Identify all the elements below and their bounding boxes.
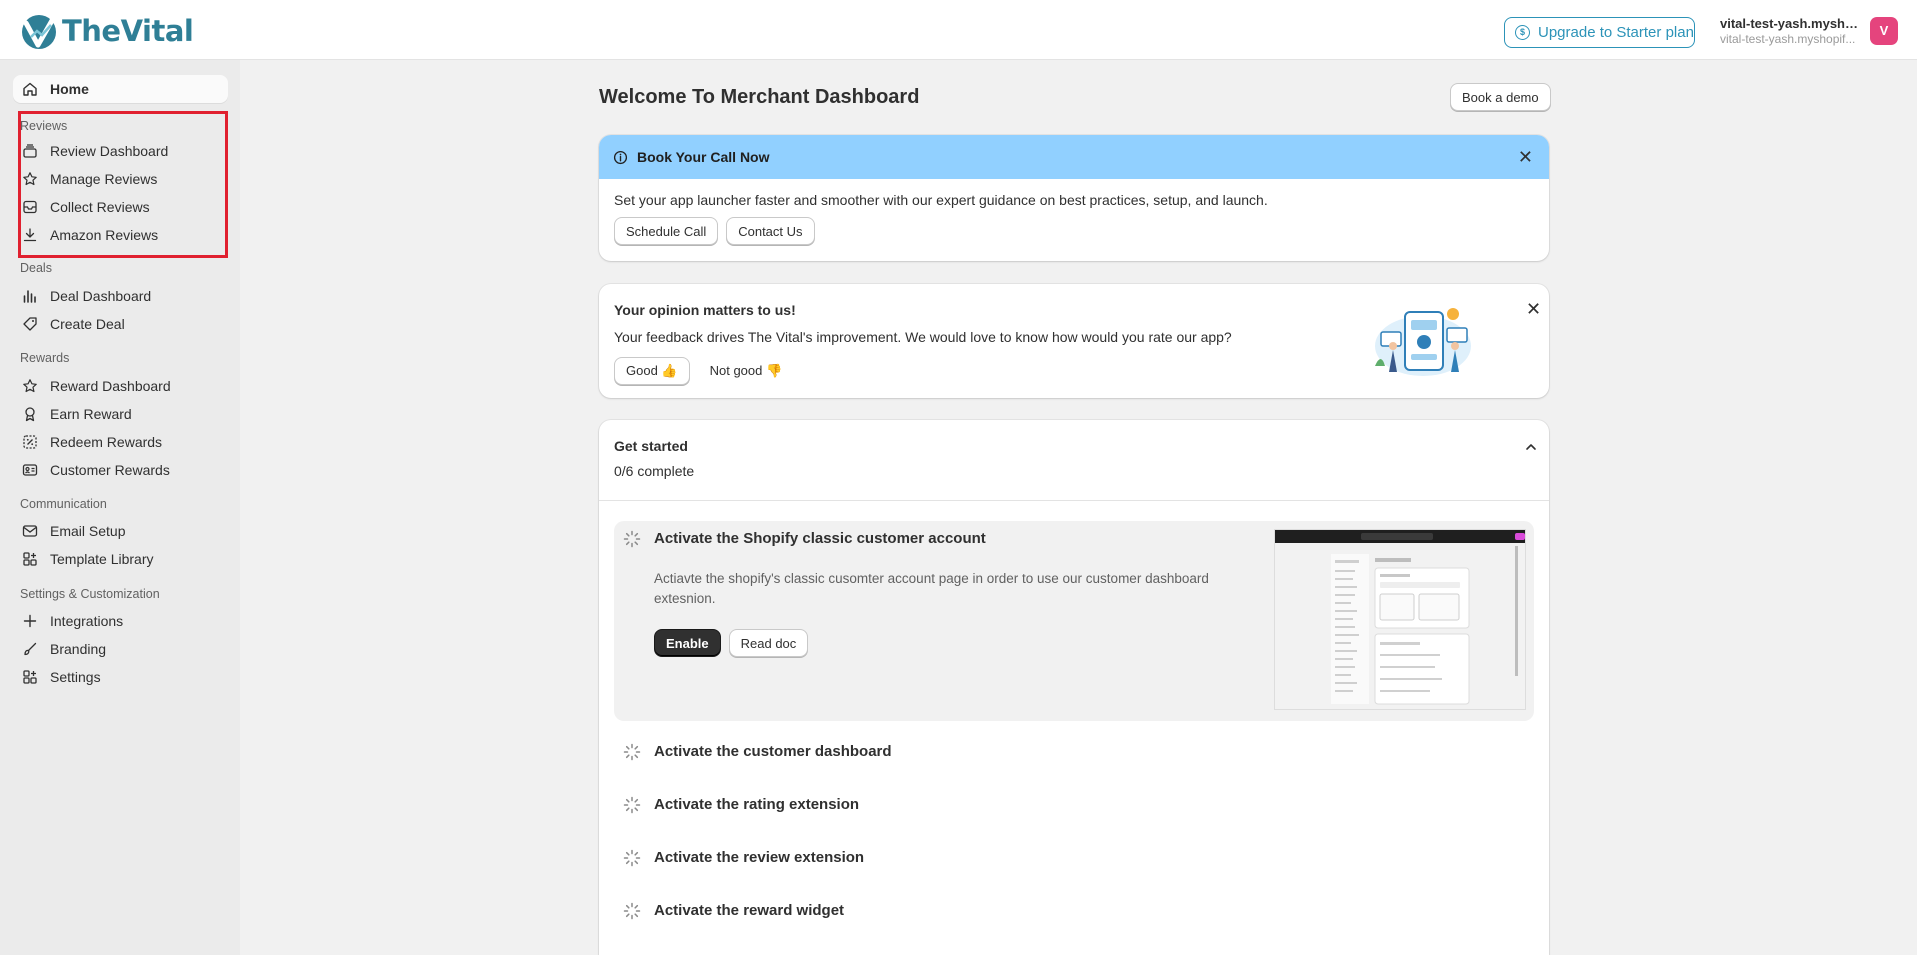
feedback-illustration bbox=[1375, 308, 1471, 376]
step-title[interactable]: Activate the customer dashboard bbox=[654, 743, 892, 760]
step-title[interactable]: Activate the review extension bbox=[654, 849, 864, 866]
tag-icon bbox=[23, 317, 37, 331]
sidebar-item-label: Email Setup bbox=[50, 523, 126, 539]
sidebar-item-label: Create Deal bbox=[50, 316, 125, 332]
sidebar-item-email-setup[interactable]: Email Setup bbox=[13, 517, 228, 545]
home-icon bbox=[23, 82, 37, 96]
store-info[interactable]: vital-test-yash.mysho... vital-test-yash… bbox=[1720, 16, 1862, 46]
sidebar-section-settings: Settings & Customization bbox=[20, 587, 160, 601]
read-doc-button[interactable]: Read doc bbox=[728, 629, 809, 657]
spinner-icon bbox=[623, 902, 641, 920]
sidebar-item-label: Home bbox=[50, 81, 89, 97]
close-icon[interactable]: ✕ bbox=[1518, 148, 1533, 166]
close-icon[interactable]: ✕ bbox=[1526, 300, 1541, 318]
discount-icon bbox=[23, 435, 37, 449]
sidebar-item-label: Redeem Rewards bbox=[50, 434, 163, 450]
spinner-icon bbox=[623, 530, 641, 548]
sidebar-item-label: Earn Reward bbox=[50, 406, 132, 422]
sidebar-item-home[interactable]: Home bbox=[13, 75, 228, 103]
get-started-title: Get started bbox=[614, 438, 688, 454]
preview-image bbox=[1275, 530, 1525, 709]
info-icon bbox=[613, 150, 628, 164]
sidebar-section-communication: Communication bbox=[20, 497, 107, 511]
sidebar-section-deals: Deals bbox=[20, 261, 52, 275]
store-domain: vital-test-yash.myshopif... bbox=[1720, 32, 1856, 46]
sidebar-item-settings[interactable]: Settings bbox=[13, 663, 228, 691]
avatar[interactable]: V bbox=[1870, 17, 1898, 45]
step-title[interactable]: Activate the rating extension bbox=[654, 796, 859, 813]
sidebar-item-label: Branding bbox=[50, 641, 107, 657]
sidebar-item-label: Integrations bbox=[50, 613, 124, 629]
sidebar-item-label: Reward Dashboard bbox=[50, 378, 171, 394]
feedback-text: Your feedback drives The Vital's improve… bbox=[614, 329, 1232, 345]
spinner-icon bbox=[623, 796, 641, 814]
sidebar-item-earn-reward[interactable]: Earn Reward bbox=[13, 400, 228, 428]
store-name: vital-test-yash.mysho... bbox=[1720, 16, 1862, 31]
ribbon-icon bbox=[25, 407, 35, 422]
sidebar-section-rewards: Rewards bbox=[20, 351, 70, 365]
brand-logo[interactable]: TheVital bbox=[18, 11, 194, 51]
brand-name: TheVital bbox=[62, 14, 194, 48]
schedule-call-button[interactable]: Schedule Call bbox=[614, 217, 719, 245]
sidebar-item-redeem-rewards[interactable]: Redeem Rewards bbox=[13, 428, 228, 456]
feedback-card: Your opinion matters to us! Your feedbac… bbox=[599, 284, 1549, 398]
paint-brush-icon bbox=[24, 642, 37, 656]
reviews-highlight-box bbox=[18, 111, 228, 258]
apps-icon bbox=[23, 552, 37, 566]
setup-step-active: Activate the Shopify classic customer ac… bbox=[614, 521, 1534, 721]
step-title[interactable]: Activate the Shopify classic customer ac… bbox=[654, 530, 986, 547]
sidebar-item-label: Settings bbox=[50, 669, 101, 685]
sidebar-item-label: Customer Rewards bbox=[50, 462, 170, 478]
sidebar-item-template-library[interactable]: Template Library bbox=[13, 545, 228, 573]
book-call-banner: Book Your Call Now ✕ Set your app launch… bbox=[599, 135, 1549, 261]
star-icon bbox=[23, 379, 37, 393]
feedback-title: Your opinion matters to us! bbox=[614, 302, 796, 318]
plus-icon bbox=[23, 614, 37, 628]
sidebar-item-integrations[interactable]: Integrations bbox=[13, 607, 228, 635]
good-button[interactable]: Good 👍 bbox=[614, 357, 690, 385]
enable-button[interactable]: Enable bbox=[654, 629, 721, 657]
sidebar-item-customer-rewards[interactable]: Customer Rewards bbox=[13, 456, 228, 484]
top-bar: TheVital $ Upgrade to Starter plan vital… bbox=[0, 0, 1917, 60]
chevron-up-icon[interactable] bbox=[1524, 440, 1538, 454]
apps-icon bbox=[23, 670, 37, 684]
step-title[interactable]: Activate the reward widget bbox=[654, 902, 844, 919]
bar-chart-icon bbox=[23, 290, 36, 303]
email-icon bbox=[22, 525, 38, 537]
upgrade-button[interactable]: $ Upgrade to Starter plan bbox=[1504, 17, 1695, 48]
sidebar-item-label: Deal Dashboard bbox=[50, 288, 152, 304]
sidebar-item-label: Template Library bbox=[50, 551, 154, 567]
progress-text: 0/6 complete bbox=[614, 463, 695, 479]
book-demo-button[interactable]: Book a demo bbox=[1450, 83, 1551, 111]
not-good-button[interactable]: Not good 👎 bbox=[710, 363, 783, 379]
sidebar-item-branding[interactable]: Branding bbox=[13, 635, 228, 663]
banner-text: Set your app launcher faster and smoothe… bbox=[614, 192, 1268, 208]
upgrade-label: Upgrade to Starter plan bbox=[1538, 24, 1694, 41]
banner-body: Set your app launcher faster and smoothe… bbox=[599, 179, 1549, 258]
id-card-icon bbox=[22, 464, 38, 476]
dollar-coin-icon: $ bbox=[1515, 25, 1530, 40]
divider bbox=[599, 500, 1549, 501]
spinner-icon bbox=[623, 849, 641, 867]
get-started-card: Get started 0/6 complete Activate the Sh… bbox=[599, 420, 1549, 955]
page-title: Welcome To Merchant Dashboard bbox=[599, 86, 920, 108]
vital-logo-icon bbox=[22, 14, 57, 49]
banner-title: Book Your Call Now bbox=[637, 149, 770, 165]
spinner-icon bbox=[623, 743, 641, 761]
contact-us-button[interactable]: Contact Us bbox=[726, 217, 815, 245]
step-description: Actiavte the shopify's classic cusomter … bbox=[654, 571, 1209, 606]
sidebar-item-create-deal[interactable]: Create Deal bbox=[13, 310, 228, 338]
sidebar-item-reward-dashboard[interactable]: Reward Dashboard bbox=[13, 372, 228, 400]
sidebar-item-deal-dashboard[interactable]: Deal Dashboard bbox=[13, 282, 228, 310]
banner-header: Book Your Call Now ✕ bbox=[599, 135, 1549, 179]
step-preview-screenshot bbox=[1274, 529, 1526, 710]
